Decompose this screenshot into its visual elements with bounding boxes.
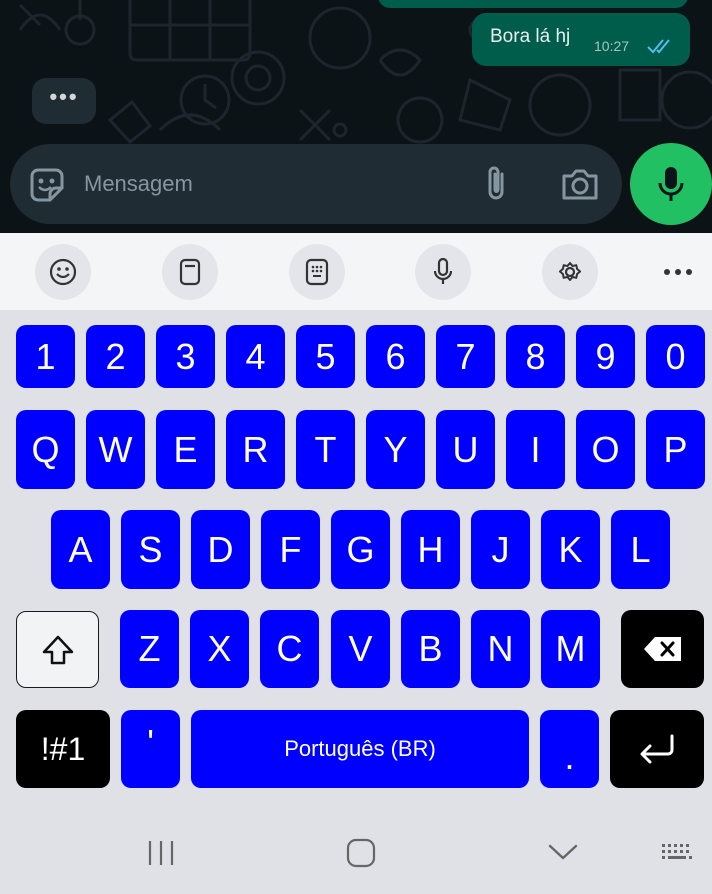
clipboard-icon	[179, 258, 201, 286]
key-2[interactable]: 2	[86, 325, 145, 388]
key-v[interactable]: V	[331, 610, 390, 688]
key-i[interactable]: I	[506, 410, 565, 489]
back-icon	[548, 844, 578, 860]
key-r[interactable]: R	[226, 410, 285, 489]
clipboard-button[interactable]	[162, 244, 218, 300]
voice-input-button[interactable]	[415, 244, 471, 300]
key-z[interactable]: Z	[120, 610, 179, 688]
keyboard-switch-button[interactable]	[656, 838, 698, 868]
key-t[interactable]: T	[296, 410, 355, 489]
key-b[interactable]: B	[401, 610, 460, 688]
key-9[interactable]: 9	[576, 325, 635, 388]
emoji-button[interactable]	[35, 244, 91, 300]
keypad-button[interactable]	[289, 244, 345, 300]
key-x[interactable]: X	[190, 610, 249, 688]
recent-apps-icon	[148, 841, 174, 865]
home-button[interactable]	[336, 835, 386, 871]
shift-key[interactable]	[16, 611, 99, 688]
sticker-icon[interactable]	[28, 166, 66, 204]
message-input[interactable]	[84, 168, 464, 200]
backspace-key[interactable]	[621, 610, 704, 688]
enter-icon	[640, 734, 674, 764]
key-y[interactable]: Y	[366, 410, 425, 489]
key-l[interactable]: L	[611, 510, 670, 589]
more-icon	[664, 269, 692, 275]
key-4[interactable]: 4	[226, 325, 285, 388]
back-button[interactable]	[538, 836, 588, 868]
shift-icon	[42, 635, 73, 664]
enter-key[interactable]	[610, 710, 704, 788]
key-3[interactable]: 3	[156, 325, 215, 388]
navigation-bar	[0, 800, 712, 894]
key-u[interactable]: U	[436, 410, 495, 489]
emoji-icon	[49, 258, 77, 286]
message-time: 10:27	[594, 38, 630, 54]
key-h[interactable]: H	[401, 510, 460, 589]
key-o[interactable]: O	[576, 410, 635, 489]
key-m[interactable]: M	[541, 610, 600, 688]
key-6[interactable]: 6	[366, 325, 425, 388]
key-j[interactable]: J	[471, 510, 530, 589]
key-p[interactable]: P	[646, 410, 705, 489]
key-1[interactable]: 1	[16, 325, 75, 388]
typing-indicator-bubble: •••	[32, 78, 96, 124]
mic-icon	[658, 167, 684, 201]
key-c[interactable]: C	[260, 610, 319, 688]
message-text: Bora lá hj	[490, 26, 571, 47]
message-composer	[10, 144, 622, 224]
symbols-key[interactable]: !#1	[16, 710, 110, 788]
key-7[interactable]: 7	[436, 325, 495, 388]
space-key[interactable]: Português (BR)	[191, 710, 529, 788]
mic-button[interactable]	[630, 143, 712, 225]
key-n[interactable]: N	[471, 610, 530, 688]
keyboard-toolbar	[0, 233, 712, 310]
voice-input-icon	[433, 257, 453, 284]
key-w[interactable]: W	[86, 410, 145, 489]
attach-icon[interactable]	[478, 164, 514, 204]
outgoing-message-bubble[interactable]: Bora lá hj 10:27	[472, 13, 690, 66]
key-q[interactable]: Q	[16, 410, 75, 489]
previous-message-bubble[interactable]	[378, 0, 688, 8]
settings-icon	[558, 262, 582, 281]
double-check-icon	[647, 39, 670, 54]
keyboard: 1 2 3 4 5 6 7 8 9 0 Q W E R T Y U I O P …	[0, 310, 712, 800]
key-e[interactable]: E	[156, 410, 215, 489]
apostrophe-key[interactable]: '	[121, 710, 180, 788]
key-d[interactable]: D	[191, 510, 250, 589]
key-f[interactable]: F	[261, 510, 320, 589]
key-a[interactable]: A	[51, 510, 110, 589]
typing-dots: •••	[49, 84, 79, 109]
key-0[interactable]: 0	[646, 325, 705, 388]
settings-button[interactable]	[542, 244, 598, 300]
key-5[interactable]: 5	[296, 325, 355, 388]
keypad-icon	[305, 258, 329, 286]
camera-icon[interactable]	[560, 166, 600, 202]
keyboard-switch-icon	[662, 844, 692, 859]
period-key[interactable]: .	[540, 710, 599, 788]
key-g[interactable]: G	[331, 510, 390, 589]
key-s[interactable]: S	[121, 510, 180, 589]
key-k[interactable]: K	[541, 510, 600, 589]
chat-area: Bora lá hj 10:27 •••	[0, 0, 712, 233]
more-options-button[interactable]	[652, 244, 704, 300]
recent-apps-button[interactable]	[136, 836, 186, 870]
home-icon	[346, 838, 376, 868]
backspace-icon	[643, 637, 681, 661]
key-8[interactable]: 8	[506, 325, 565, 388]
